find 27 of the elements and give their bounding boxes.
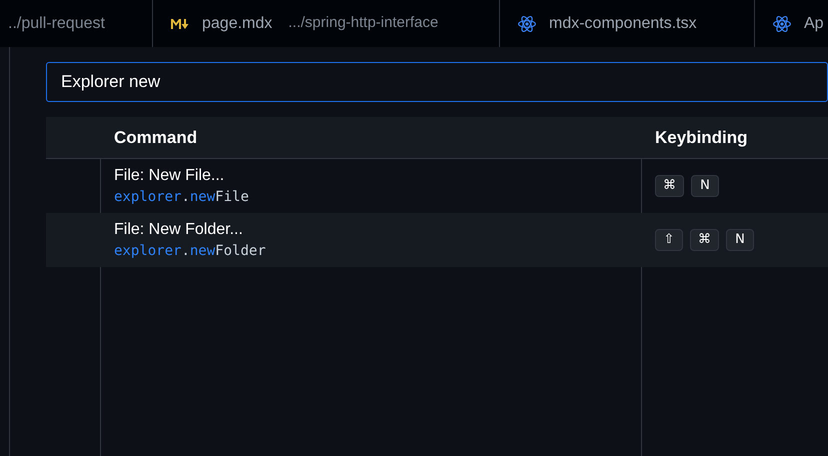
key-cap: ⌘ <box>690 229 719 251</box>
command-id: explorer.newFile <box>114 188 250 207</box>
markdown-icon <box>170 16 190 30</box>
editor-tab[interactable]: ../pull-request <box>0 0 153 47</box>
table-row[interactable]: File: New Folder... explorer.newFolder ⇧ ⌘ N <box>46 213 828 267</box>
search-input: Explorer new <box>61 69 813 95</box>
editor-tab[interactable]: page.mdx .../spring-http-interface <box>153 0 500 47</box>
column-header: Keybinding <box>654 126 748 149</box>
key-cap: N <box>691 175 719 197</box>
command-title: File: New Folder... <box>114 220 244 240</box>
tab-label: ../pull-request <box>8 14 105 34</box>
command-title: File: New File... <box>114 166 226 186</box>
tab-label: page.mdx <box>202 14 272 34</box>
command-id: explorer.newFolder <box>114 242 267 261</box>
atom-icon <box>517 14 537 34</box>
key-cap: N <box>726 229 754 251</box>
atom-icon <box>772 14 792 34</box>
key-cap: ⇧ <box>655 229 683 251</box>
editor-tab[interactable]: Ap <box>755 0 828 47</box>
key-cap: ⌘ <box>655 175 684 197</box>
search-field[interactable]: Explorer new <box>46 62 828 102</box>
table-row[interactable]: File: New File... explorer.newFile ⌘ N <box>46 159 828 213</box>
tab-label: mdx-components.tsx <box>549 14 697 34</box>
tab-label: Ap <box>804 14 824 34</box>
editor-tab[interactable]: mdx-components.tsx <box>500 0 755 47</box>
column-header: Command <box>113 126 198 149</box>
tab-description: .../spring-http-interface <box>288 13 438 34</box>
